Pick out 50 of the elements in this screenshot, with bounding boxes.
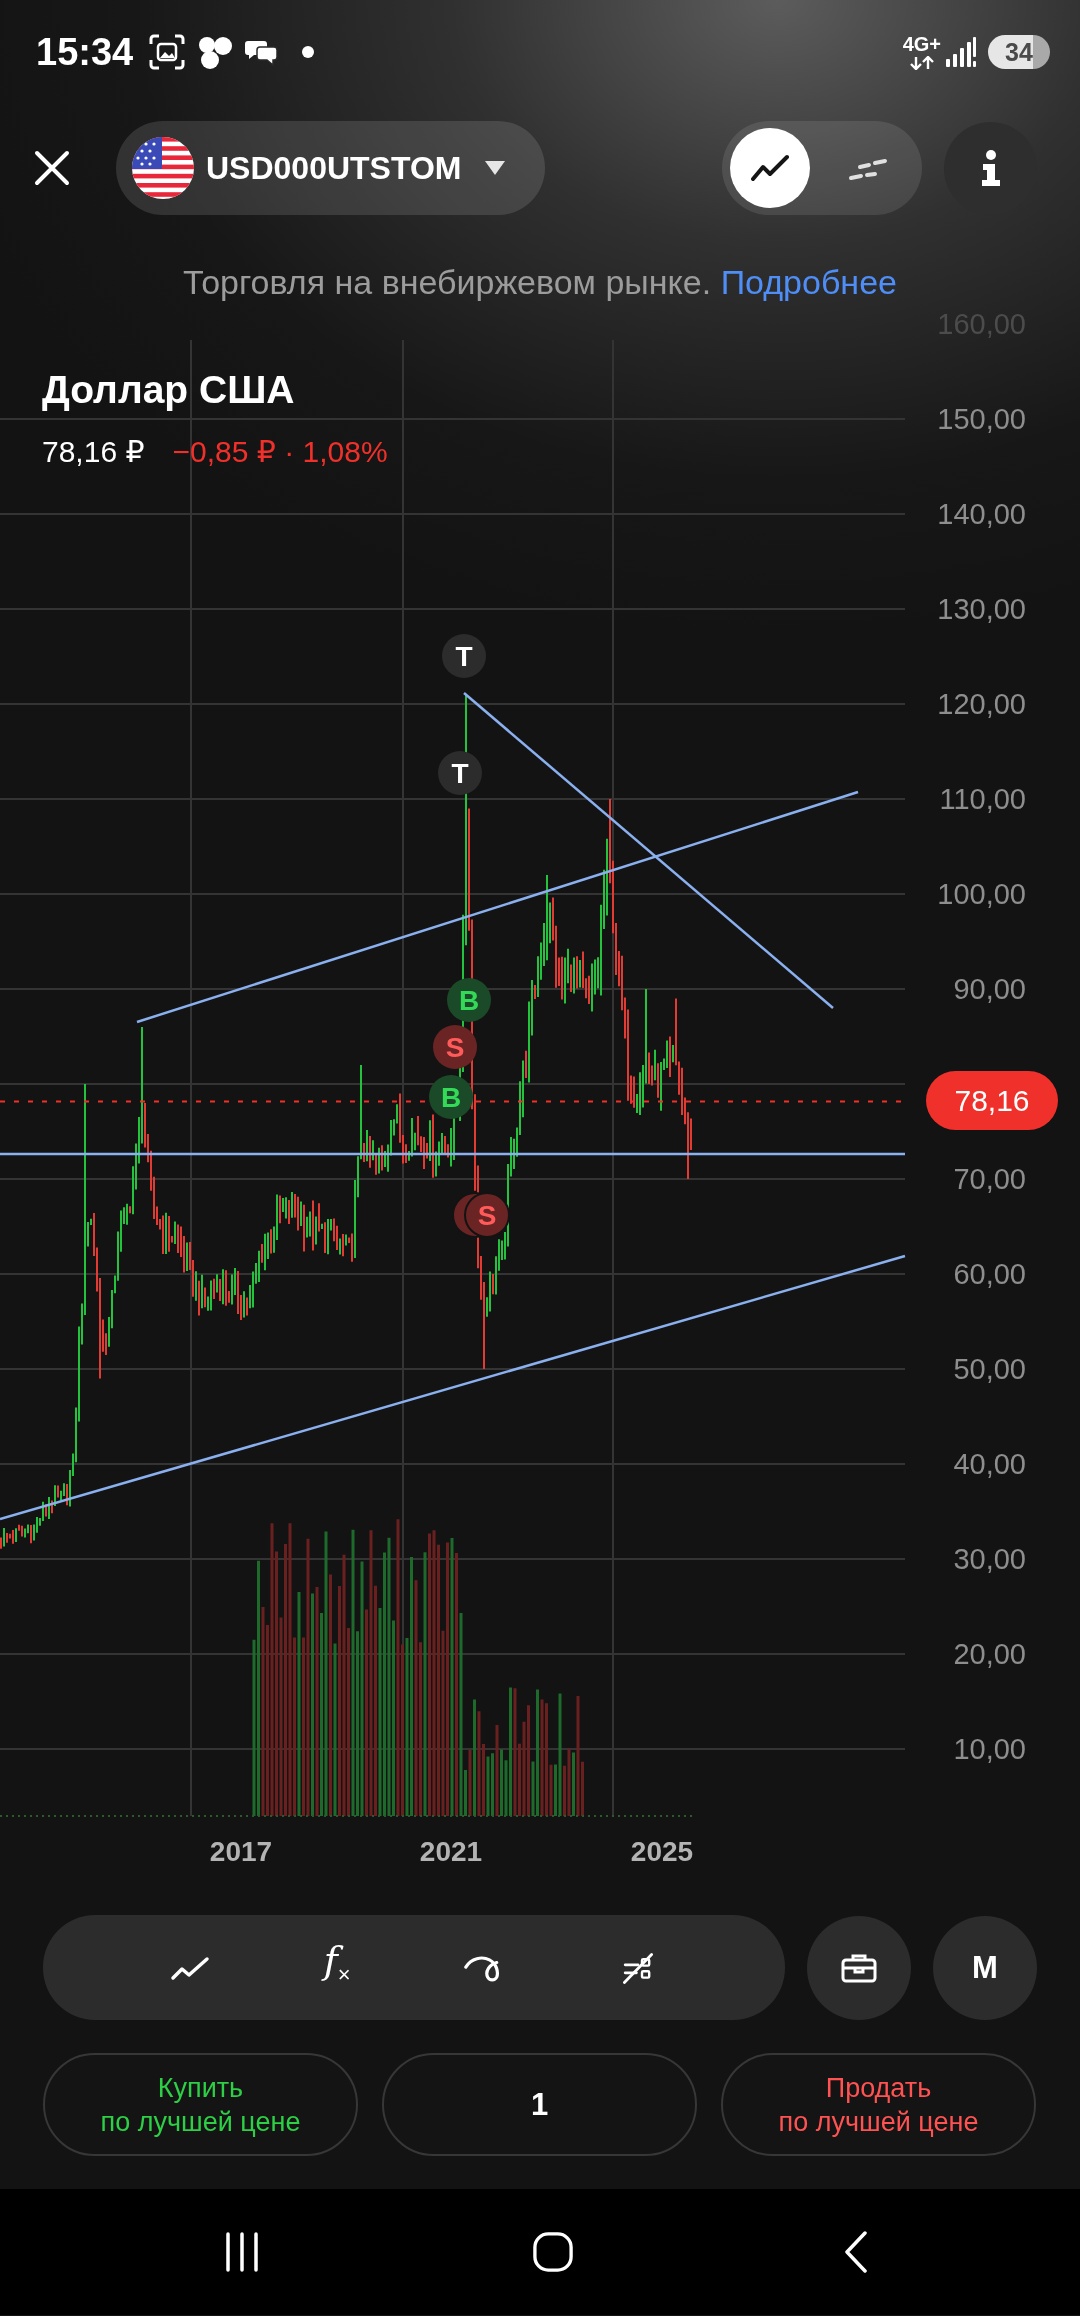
price-axis-label: 90,00: [953, 973, 1026, 1005]
sell-marker: S: [433, 1025, 477, 1069]
price-axis-label: 150,00: [937, 403, 1026, 435]
ticker-selector[interactable]: USD000UTSTOM: [116, 121, 545, 215]
clock: 15:34: [36, 30, 134, 74]
year-label: 2017: [209, 1836, 273, 1867]
price-axis-label: 40,00: [953, 1448, 1026, 1480]
network-type: 4G+: [902, 34, 941, 54]
price-axis-label: 110,00: [939, 783, 1026, 815]
line-chart-button[interactable]: [730, 128, 810, 208]
price-axis-label: 70,00: [953, 1163, 1026, 1195]
quantity-field[interactable]: 1: [382, 2053, 697, 2156]
year-label: 2021: [419, 1836, 483, 1867]
caret-icon: [485, 161, 506, 175]
briefcase-icon: [841, 1952, 877, 1983]
buy-marker: B: [447, 978, 491, 1022]
price-axis-label: 50,00: [953, 1353, 1026, 1385]
price-axis-label: 100,00: [937, 878, 1026, 910]
price-axis-label: 60,00: [953, 1258, 1026, 1290]
price-axis-label: 20,00: [953, 1638, 1026, 1670]
otc-notice: Торговля на внебиржевом рынке. Подробнее: [182, 262, 898, 302]
year-label: 2025: [630, 1836, 694, 1867]
trade-marker: T: [438, 751, 482, 795]
m-button[interactable]: M: [933, 1915, 1037, 2020]
app-cluster-icon: [196, 35, 235, 69]
buy-marker: B: [429, 1075, 473, 1119]
home-icon[interactable]: [533, 2232, 573, 2272]
price-change: −0,85 ₽ · 1,08%: [172, 434, 388, 470]
signal-icon: [946, 37, 976, 67]
back-icon[interactable]: [844, 2231, 868, 2273]
price-axis-label: 140,00: [937, 498, 1026, 530]
trade-marker: T: [442, 634, 486, 678]
line-chart-icon: [750, 154, 790, 182]
buy-button[interactable]: Купить по лучшей цене: [43, 2053, 358, 2156]
battery-indicator: 34: [988, 35, 1050, 69]
details-link[interactable]: Подробнее: [720, 263, 897, 301]
last-price: 78,16 ₽: [42, 434, 145, 470]
data-arrows-icon: [908, 56, 935, 70]
price-axis-label: 130,00: [937, 593, 1026, 625]
current-price-badge: 78,16: [926, 1071, 1058, 1130]
screenshot-icon: [149, 34, 186, 70]
close-icon[interactable]: [34, 150, 70, 186]
notification-dot-icon: [302, 46, 315, 58]
price-axis-label: 120,00: [937, 688, 1026, 720]
indicators-button[interactable]: f$_{×}$: [323, 1938, 351, 1997]
price-axis-label: 10,00: [953, 1733, 1026, 1765]
instrument-name: Доллар США: [42, 367, 295, 413]
info-icon: [979, 150, 1002, 186]
sell-button[interactable]: Продать по лучшей цене: [721, 2053, 1036, 2156]
price-axis-label: 30,00: [953, 1543, 1026, 1575]
